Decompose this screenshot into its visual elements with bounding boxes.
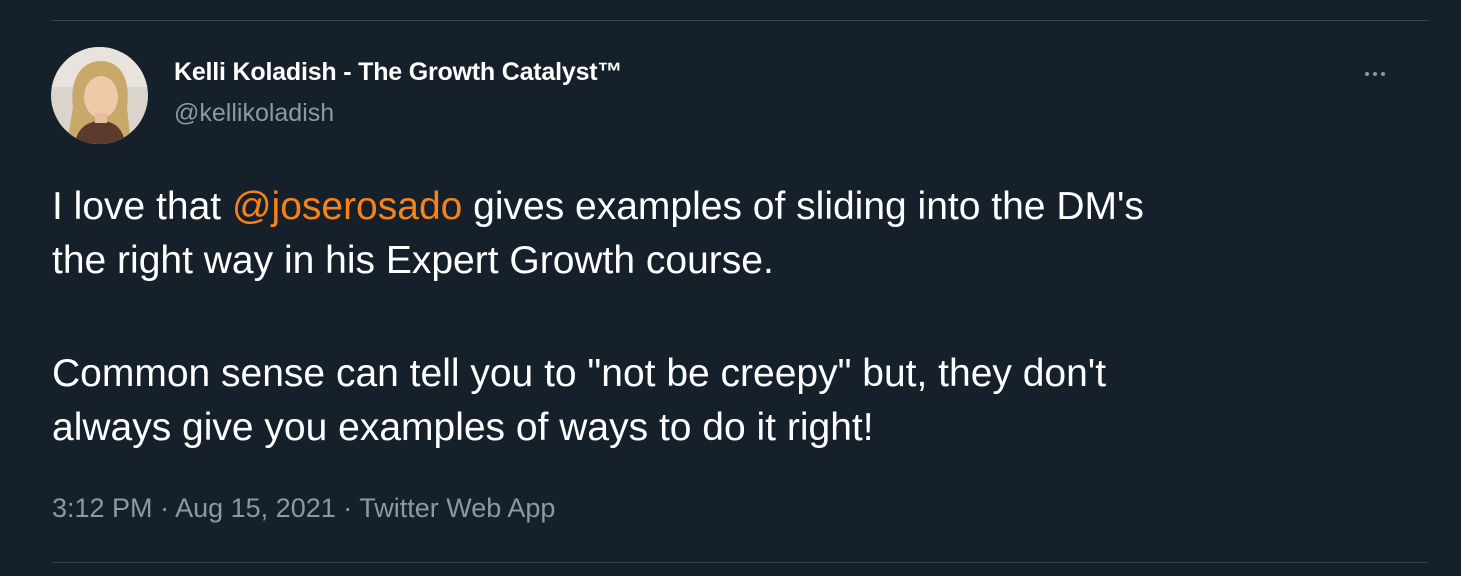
author-display-name[interactable]: Kelli Koladish - The Growth Catalyst™ — [174, 58, 622, 87]
avatar[interactable] — [51, 47, 148, 144]
tweet-metadata: 3:12 PM · Aug 15, 2021 · Twitter Web App — [52, 493, 555, 524]
more-options-button[interactable] — [1355, 58, 1395, 90]
separator: · — [160, 493, 170, 523]
tweet-text-segment: gives examples of sliding into the DM's — [462, 185, 1144, 228]
tweet-line-3: Common sense can tell you to "not be cre… — [52, 352, 1107, 395]
tweet-time[interactable]: 3:12 PM — [52, 493, 153, 523]
avatar-image — [51, 47, 148, 144]
tweet-date[interactable]: Aug 15, 2021 — [175, 493, 336, 523]
tweet-text-segment: I love that — [52, 185, 232, 228]
tweet-line-2: the right way in his Expert Growth cours… — [52, 239, 774, 282]
tweet-text: I love that @joserosado gives examples o… — [52, 180, 1412, 455]
tweet-line-1: I love that @joserosado gives examples o… — [52, 180, 1412, 234]
more-options-icon — [1363, 72, 1387, 76]
mention-link[interactable]: @joserosado — [232, 185, 462, 228]
separator: · — [343, 493, 353, 523]
tweet-source[interactable]: Twitter Web App — [359, 493, 555, 523]
tweet-line-4: always give you examples of ways to do i… — [52, 406, 874, 449]
top-divider — [52, 20, 1428, 21]
author-handle[interactable]: @kellikoladish — [174, 99, 334, 128]
paragraph-break — [52, 288, 1412, 347]
bottom-divider — [52, 562, 1428, 563]
